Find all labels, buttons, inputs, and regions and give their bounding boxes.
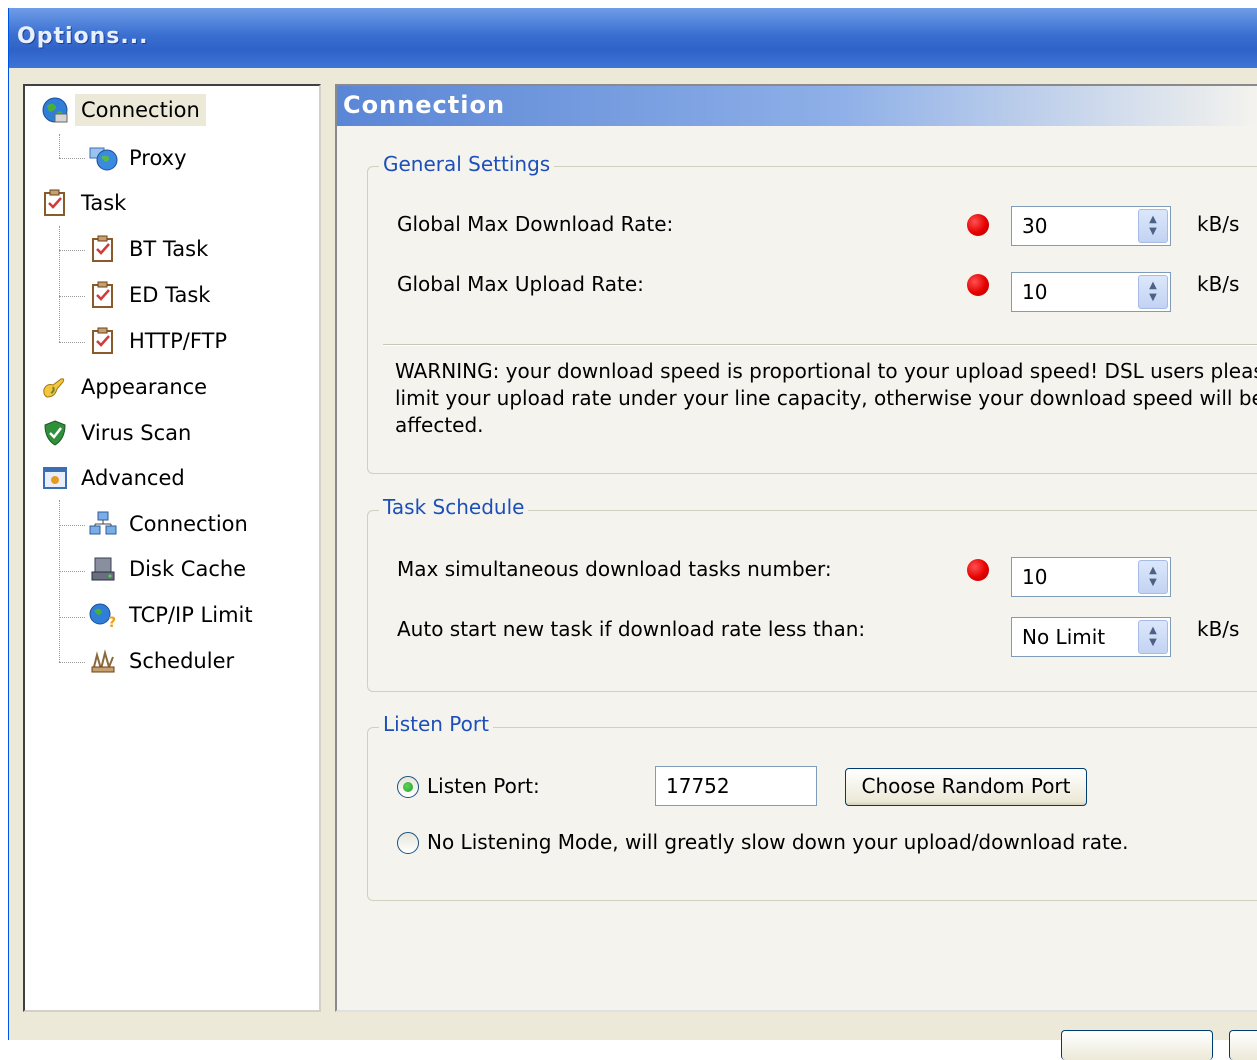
max-tasks-value: 10 — [1022, 565, 1048, 589]
download-rate-label: Global Max Download Rate: — [397, 212, 674, 236]
spinner-arrows-icon[interactable]: ▲ ▼ — [1138, 560, 1168, 594]
tree-connector — [59, 250, 85, 251]
tree-item-label: Connection — [75, 94, 206, 126]
tree-connector — [59, 617, 85, 618]
auto-start-label: Auto start new task if download rate les… — [397, 617, 866, 641]
tree-connector — [59, 134, 60, 158]
upload-rate-value: 10 — [1022, 280, 1048, 304]
dialog-button[interactable] — [1061, 1030, 1213, 1060]
scheduler-icon — [87, 645, 119, 677]
panel-title: Connection — [343, 91, 506, 119]
max-tasks-label: Max simultaneous download tasks number: — [397, 557, 832, 581]
listen-port-radio[interactable] — [397, 776, 419, 798]
spinner-arrows-icon[interactable]: ▲ ▼ — [1138, 209, 1168, 243]
max-tasks-indicator-dot — [967, 559, 989, 581]
clipboard-icon — [39, 187, 71, 219]
options-window: Options... Connection Proxy Task BT Task… — [8, 8, 1257, 1060]
tree-item-label: Proxy — [129, 146, 187, 170]
listen-port-value: 17752 — [666, 774, 730, 798]
tree-item-scheduler[interactable]: Scheduler — [87, 641, 240, 681]
listen-port-legend: Listen Port — [379, 712, 493, 736]
download-rate-value: 30 — [1022, 214, 1048, 238]
clipboard-icon — [87, 233, 119, 265]
tree-item-label: Appearance — [81, 375, 208, 399]
upload-rate-label: Global Max Upload Rate: — [397, 272, 644, 296]
tree-item-label: Virus Scan — [81, 421, 192, 445]
window-title: Options... — [17, 24, 149, 49]
download-rate-unit: kB/s — [1197, 212, 1240, 236]
settings-panel: Connection General Settings Global Max D… — [335, 84, 1257, 1012]
tree-item-label: HTTP/FTP — [129, 329, 228, 353]
no-listening-radio[interactable] — [397, 832, 419, 854]
download-rate-spinner[interactable]: 30 ▲ ▼ — [1011, 206, 1171, 246]
tree-item-label: Disk Cache — [129, 557, 247, 581]
tree-connector — [59, 342, 85, 343]
clipboard-icon — [87, 325, 119, 357]
title-bar[interactable]: Options... — [9, 8, 1257, 68]
auto-start-value: No Limit — [1022, 625, 1106, 649]
options-tree[interactable]: Connection Proxy Task BT Task ED Task HT… — [23, 84, 321, 1012]
tree-item-tcpip-limit[interactable]: ? TCP/IP Limit — [87, 595, 259, 635]
tree-item-label: Advanced — [81, 466, 185, 490]
tree-item-http-ftp[interactable]: HTTP/FTP — [87, 321, 233, 361]
tree-connector — [59, 571, 85, 572]
clipboard-icon — [87, 279, 119, 311]
warning-line: WARNING: your download speed is proporti… — [395, 359, 1257, 383]
tree-item-disk-cache[interactable]: Disk Cache — [87, 549, 252, 589]
globe-question-icon: ? — [87, 599, 119, 631]
upload-rate-unit: kB/s — [1197, 272, 1240, 296]
dialog-button[interactable] — [1229, 1030, 1257, 1060]
tree-item-advanced[interactable]: Advanced — [39, 458, 191, 498]
choose-random-port-button[interactable]: Choose Random Port — [845, 768, 1087, 806]
network-globe-icon — [87, 142, 119, 174]
separator — [383, 344, 1257, 346]
task-schedule-group — [367, 510, 1257, 692]
general-settings-legend: General Settings — [379, 152, 555, 176]
tree-item-label: Scheduler — [129, 649, 235, 673]
settings-box-icon — [39, 462, 71, 494]
tree-item-label: BT Task — [129, 237, 209, 261]
listen-port-label[interactable]: Listen Port: — [427, 774, 540, 798]
tree-item-appearance[interactable]: Appearance — [39, 367, 213, 407]
warning-text: WARNING: your download speed is proporti… — [395, 358, 1257, 439]
disk-icon — [87, 553, 119, 585]
tree-item-label: Connection — [129, 512, 248, 536]
tree-connector — [59, 662, 85, 663]
spinner-arrows-icon[interactable]: ▲ ▼ — [1138, 620, 1168, 654]
auto-start-unit: kB/s — [1197, 617, 1240, 641]
tree-item-ed-task[interactable]: ED Task — [87, 275, 216, 315]
listen-port-input[interactable]: 17752 — [655, 766, 817, 806]
tree-connector — [59, 296, 85, 297]
spinner-arrows-icon[interactable]: ▲ ▼ — [1138, 275, 1168, 309]
warning-line: affected. — [395, 413, 484, 437]
svg-text:?: ? — [108, 615, 116, 629]
auto-start-spinner[interactable]: No Limit ▲ ▼ — [1011, 617, 1171, 657]
tree-connector — [59, 158, 85, 159]
download-indicator-dot — [967, 214, 989, 236]
paint-hand-icon — [39, 371, 71, 403]
tree-item-virus-scan[interactable]: Virus Scan — [39, 413, 197, 453]
tree-item-task[interactable]: Task — [39, 183, 132, 223]
upload-indicator-dot — [967, 274, 989, 296]
tree-item-advanced-connection[interactable]: Connection — [87, 504, 254, 544]
warning-line: limit your upload rate under your line c… — [395, 386, 1257, 410]
tree-item-label: Task — [81, 191, 127, 215]
listen-port-group — [367, 727, 1257, 901]
panel-header: Connection — [337, 86, 1257, 126]
upload-rate-spinner[interactable]: 10 ▲ ▼ — [1011, 272, 1171, 312]
task-schedule-legend: Task Schedule — [379, 495, 529, 519]
no-listening-label[interactable]: No Listening Mode, will greatly slow dow… — [427, 830, 1128, 854]
network-icon — [87, 508, 119, 540]
max-tasks-spinner[interactable]: 10 ▲ ▼ — [1011, 557, 1171, 597]
shield-icon — [39, 417, 71, 449]
globe-icon — [39, 94, 71, 126]
tree-item-proxy[interactable]: Proxy — [87, 138, 193, 178]
tree-item-bt-task[interactable]: BT Task — [87, 229, 214, 269]
tree-item-connection[interactable]: Connection — [39, 90, 206, 130]
tree-item-label: TCP/IP Limit — [129, 603, 253, 627]
tree-connector — [59, 525, 85, 526]
tree-connector — [59, 226, 60, 342]
tree-item-label: ED Task — [129, 283, 211, 307]
